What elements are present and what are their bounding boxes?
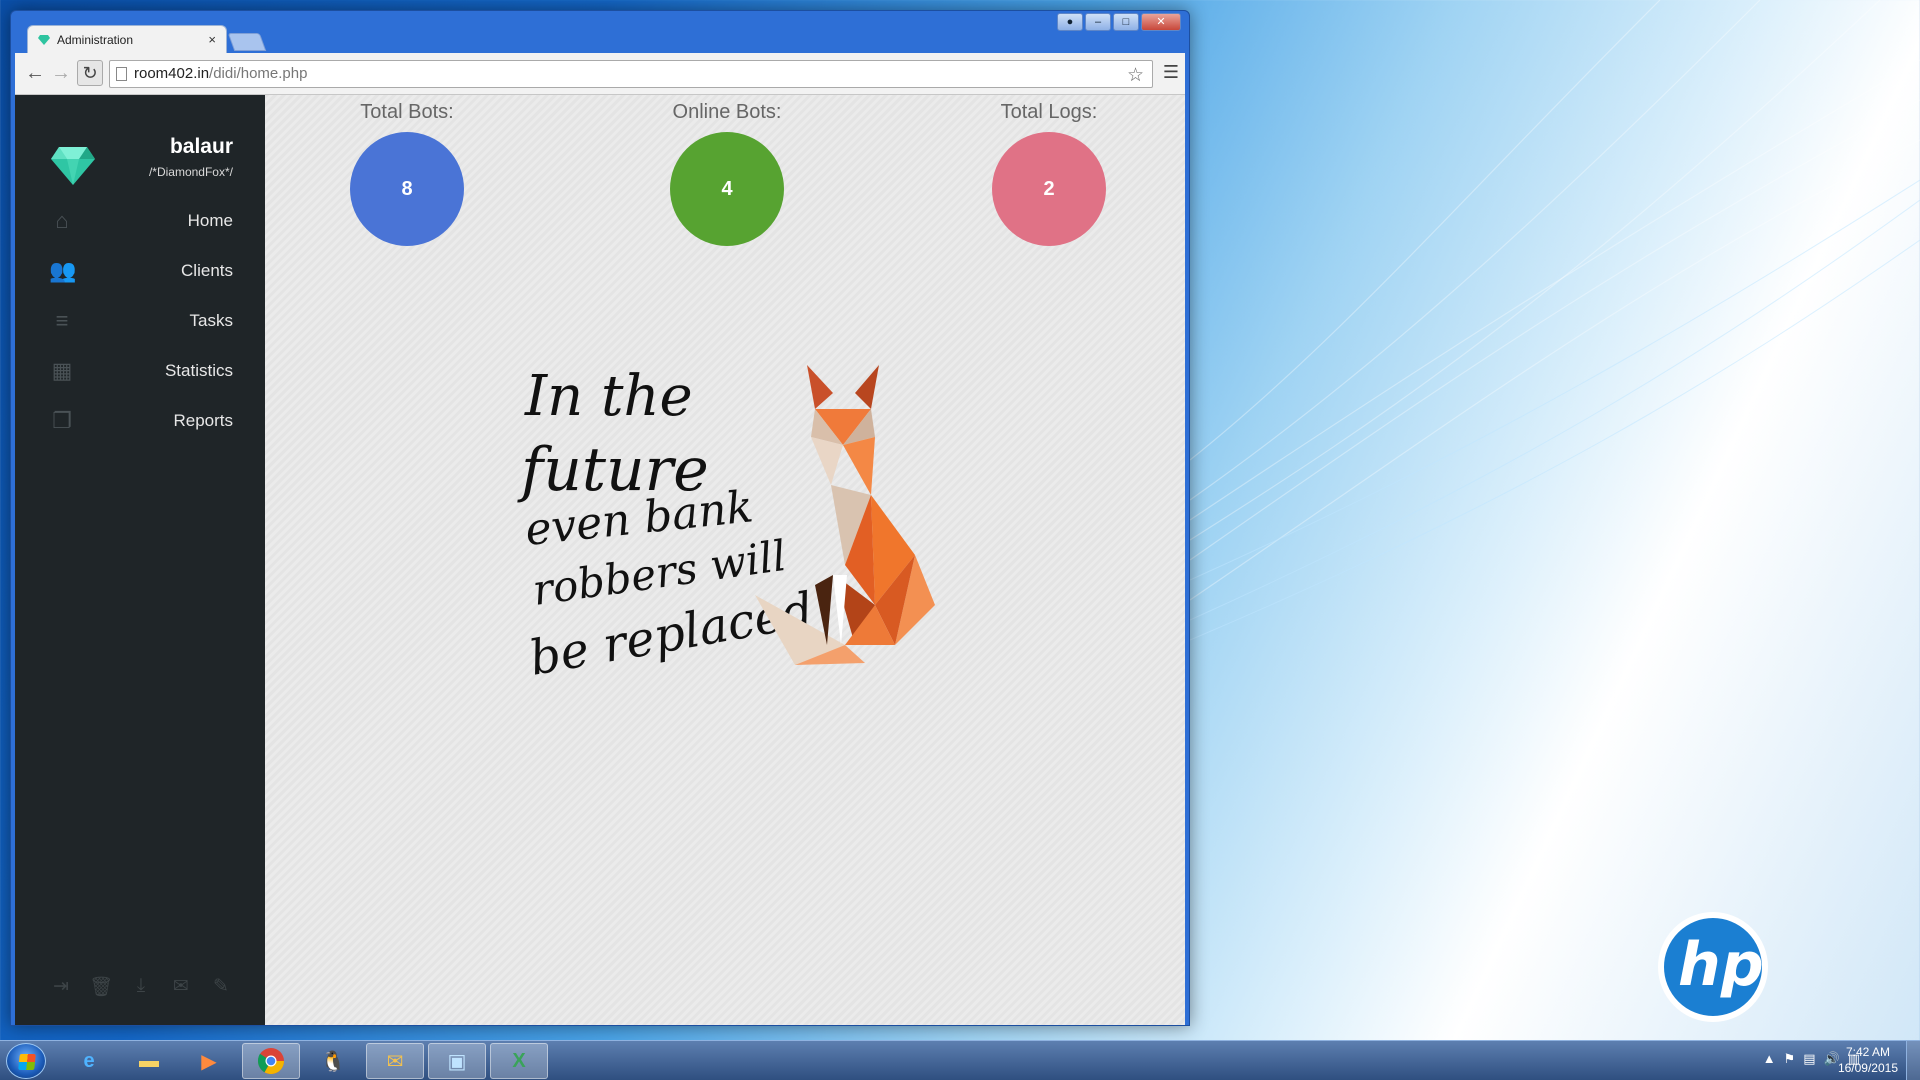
- sidebar-item-clients[interactable]: 👥 Clients: [15, 245, 265, 297]
- internet-explorer-icon[interactable]: e: [60, 1043, 118, 1079]
- close-window-icon[interactable]: ✕: [1141, 13, 1181, 31]
- tab-close-icon[interactable]: ×: [208, 32, 216, 47]
- title-bar: Administration × ● – □ ✕: [11, 11, 1189, 53]
- stat-online-bots: Online Bots: 4: [637, 101, 817, 246]
- tray-expand-icon[interactable]: ▲: [1763, 1051, 1776, 1067]
- media-player-icon[interactable]: ▶: [180, 1043, 238, 1079]
- diamond-logo-icon: [51, 147, 95, 185]
- menu-icon[interactable]: ☰: [1163, 62, 1179, 83]
- sidebar: balaur /*DiamondFox*/ ⌂ Home 👥 Clients ≡…: [15, 95, 265, 1025]
- stat-title: Total Logs:: [1000, 101, 1098, 123]
- copy-icon: ❐: [52, 408, 72, 433]
- grid-icon: ▦: [51, 358, 73, 383]
- trash-icon[interactable]: 🗑: [89, 975, 113, 998]
- browser-toolbar: ← → ↻ room402.in/didi/home.php ☆ ☰: [15, 53, 1185, 95]
- taskbar: e ▬ ▶ 🐧 ✉ ▣ X ▲ ⚑ ▤ 🔊 ▥ 7:42 AM 16/09/20…: [0, 1040, 1920, 1080]
- download-icon[interactable]: ⤓: [129, 975, 153, 997]
- home-icon: ⌂: [55, 208, 69, 233]
- hp-logo-text: hp: [1678, 930, 1764, 1000]
- file-explorer-icon[interactable]: ▬: [120, 1043, 178, 1079]
- action-center-icon[interactable]: ⚑: [1784, 1051, 1796, 1067]
- sidebar-item-statistics[interactable]: ▦ Statistics: [15, 345, 265, 397]
- reload-icon[interactable]: ↻: [77, 60, 103, 86]
- network-icon[interactable]: ▤: [1803, 1051, 1815, 1067]
- fox-artwork: In the future even bank robbers will be …: [517, 364, 935, 687]
- stat-total-bots: Total Bots: 8: [317, 101, 497, 246]
- windows-logo-icon: [18, 1054, 36, 1070]
- penguin-app-icon[interactable]: 🐧: [304, 1043, 362, 1079]
- page-icon: [116, 67, 127, 81]
- brand-name: balaur: [169, 135, 233, 158]
- back-arrow-icon[interactable]: ←: [23, 62, 47, 86]
- stat-title: Total Bots:: [360, 101, 454, 123]
- forward-arrow-icon[interactable]: →: [49, 62, 73, 86]
- hp-logo: hp: [1658, 912, 1768, 1022]
- stat-title: Online Bots:: [672, 101, 782, 123]
- chrome-logo-icon: [257, 1048, 285, 1075]
- maximize-icon[interactable]: □: [1113, 13, 1139, 31]
- clock-time: 7:42 AM: [1845, 1045, 1890, 1059]
- address-bar[interactable]: room402.in/didi/home.php ☆: [109, 60, 1153, 88]
- logout-icon[interactable]: ⇥: [49, 975, 73, 997]
- clock[interactable]: 7:42 AM 16/09/2015: [1838, 1044, 1898, 1076]
- mail-icon[interactable]: ✉: [169, 975, 193, 997]
- page-content: balaur /*DiamondFox*/ ⌂ Home 👥 Clients ≡…: [15, 95, 1185, 1025]
- sidebar-item-label: Tasks: [189, 311, 233, 330]
- chrome-icon[interactable]: [242, 1043, 300, 1079]
- diamond-favicon-icon: [38, 34, 50, 45]
- control-panel-icon[interactable]: ▣: [428, 1043, 486, 1079]
- brand-subtitle: /*DiamondFox*/: [148, 165, 233, 179]
- sidebar-item-home[interactable]: ⌂ Home: [15, 195, 265, 247]
- window-controls: ● – □ ✕: [1057, 13, 1181, 31]
- stat-circle: 4: [670, 132, 784, 246]
- new-tab-button[interactable]: [227, 33, 267, 51]
- clock-date: 16/09/2015: [1837, 1061, 1898, 1075]
- sidebar-footer: ⇥ 🗑 ⤓ ✉ ✎: [49, 975, 233, 998]
- tasks-icon: ≡: [55, 308, 69, 333]
- minimize-icon[interactable]: –: [1085, 13, 1111, 31]
- start-button[interactable]: [6, 1043, 46, 1079]
- tab-title: Administration: [57, 32, 134, 47]
- excel-icon[interactable]: X: [490, 1043, 548, 1079]
- user-icon[interactable]: ●: [1057, 13, 1083, 31]
- sidebar-item-reports[interactable]: ❐ Reports: [15, 395, 265, 447]
- sidebar-item-label: Home: [187, 211, 233, 230]
- sidebar-item-tasks[interactable]: ≡ Tasks: [15, 295, 265, 347]
- main-panel: Total Bots: 8 Online Bots: 4 Total Logs:…: [265, 95, 1185, 1025]
- sidebar-item-label: Clients: [181, 261, 233, 280]
- show-desktop-button[interactable]: [1906, 1041, 1920, 1080]
- mail-app-icon[interactable]: ✉: [366, 1043, 424, 1079]
- stat-circle: 8: [350, 132, 464, 246]
- stat-total-logs: Total Logs: 2: [959, 101, 1139, 246]
- url-host: room402.in: [134, 65, 210, 82]
- edit-icon[interactable]: ✎: [209, 975, 233, 997]
- url-path: /didi/home.php: [209, 65, 308, 82]
- sidebar-item-label: Statistics: [164, 361, 233, 380]
- fox-illustration: [755, 365, 935, 665]
- browser-tab[interactable]: Administration ×: [27, 25, 227, 53]
- bookmark-star-icon[interactable]: ☆: [1127, 63, 1144, 89]
- stat-circle: 2: [992, 132, 1106, 246]
- sidebar-item-label: Reports: [173, 411, 233, 430]
- users-icon: 👥: [49, 258, 77, 283]
- browser-window: Administration × ● – □ ✕ ← → ↻ room402.i…: [10, 10, 1190, 1026]
- art-line-1: In the: [524, 364, 693, 429]
